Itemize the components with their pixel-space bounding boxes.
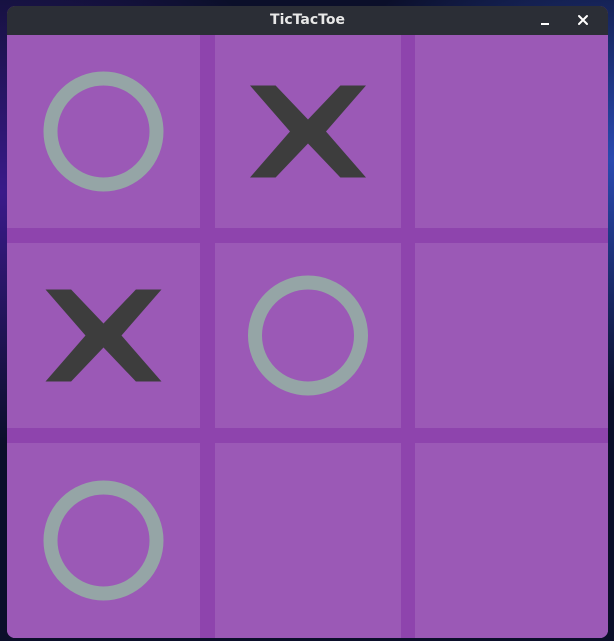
- board-cell-3-1[interactable]: [7, 443, 200, 638]
- close-button[interactable]: [569, 6, 597, 35]
- close-icon: [578, 15, 588, 25]
- app-window: TicTacToe: [7, 6, 608, 638]
- o-mark-icon: [43, 71, 164, 192]
- board-cell-3-2[interactable]: [215, 443, 401, 638]
- board-cell-1-3[interactable]: [415, 35, 608, 228]
- minimize-icon: [541, 23, 549, 25]
- minimize-button[interactable]: [531, 6, 559, 35]
- board-cell-2-3[interactable]: [415, 243, 608, 428]
- o-mark-icon: [248, 275, 368, 396]
- board-cell-1-1[interactable]: [7, 35, 200, 228]
- board-cell-2-2[interactable]: [215, 243, 401, 428]
- x-mark-icon: [45, 289, 162, 382]
- game-board: [7, 35, 608, 638]
- x-mark-icon: [250, 85, 366, 178]
- window-title: TicTacToe: [270, 12, 345, 28]
- o-mark-icon: [43, 480, 164, 601]
- board-cell-1-2[interactable]: [215, 35, 401, 228]
- board-cell-2-1[interactable]: [7, 243, 200, 428]
- board-cell-3-3[interactable]: [415, 443, 608, 638]
- title-bar[interactable]: TicTacToe: [7, 6, 608, 35]
